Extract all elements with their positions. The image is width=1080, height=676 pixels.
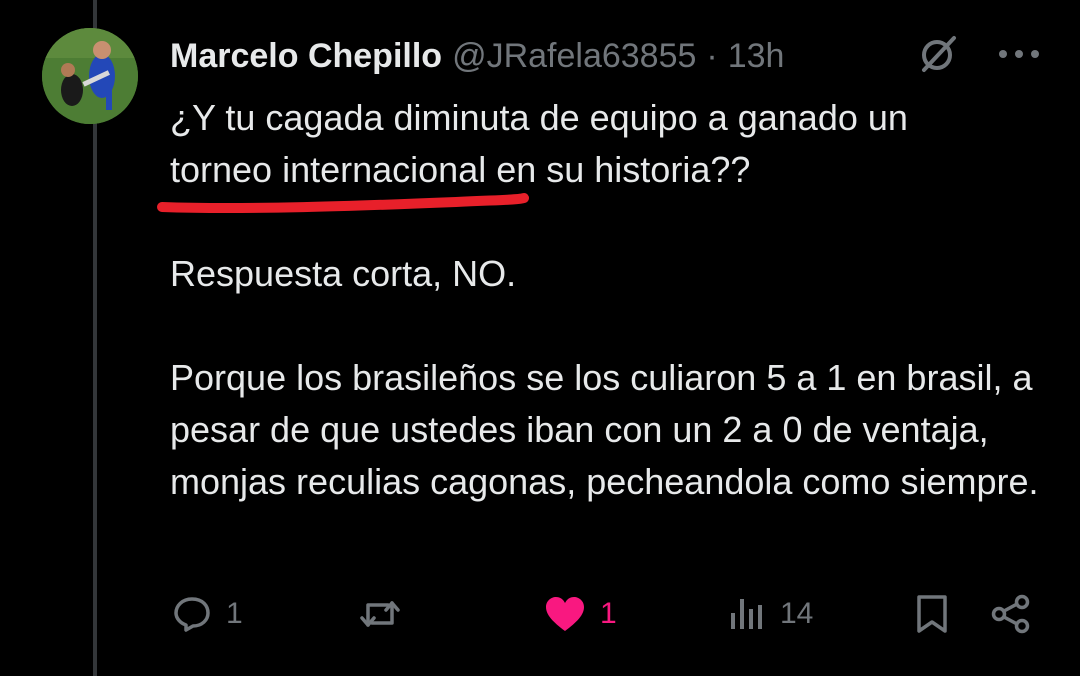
like-count: 1 <box>600 597 617 630</box>
avatar[interactable] <box>42 28 138 124</box>
reply-icon <box>172 595 212 633</box>
like-button[interactable]: 1 <box>544 586 617 642</box>
grok-icon[interactable] <box>916 32 960 81</box>
author-name[interactable]: Marcelo Chepillo <box>170 37 442 76</box>
bookmark-button[interactable] <box>914 586 950 642</box>
repost-icon <box>358 595 402 633</box>
avatar-image <box>42 28 138 124</box>
separator-dot: · <box>706 36 718 75</box>
more-icon[interactable] <box>998 47 1040 65</box>
post-text-line-2: torneo internacional en su historia?? <box>170 149 751 190</box>
views-icon <box>728 595 766 633</box>
author-handle[interactable]: @JRafela63855 <box>452 37 696 76</box>
post-text: ¿Y tu cagada diminuta de equipo a ganado… <box>170 92 1040 508</box>
views-button[interactable]: 14 <box>728 586 813 642</box>
bookmark-icon <box>914 594 950 634</box>
views-count: 14 <box>780 597 814 630</box>
heart-icon <box>544 595 586 633</box>
post-text-paragraph-3: Porque los brasileños se los culiaron 5 … <box>170 357 1039 502</box>
red-underline-annotation <box>157 193 529 214</box>
share-button[interactable] <box>990 586 1032 642</box>
post-text-line-1: ¿Y tu cagada diminuta de equipo a ganado… <box>170 97 908 138</box>
post-time[interactable]: 13h <box>728 37 785 76</box>
share-icon <box>990 594 1032 634</box>
header-actions <box>916 34 1040 78</box>
reply-count: 1 <box>226 597 243 630</box>
post-header: Marcelo Chepillo @JRafela63855 · 13h <box>170 34 784 78</box>
repost-button[interactable] <box>358 586 416 642</box>
post-text-paragraph-2: Respuesta corta, NO. <box>170 253 517 294</box>
post-actions: 1 1 14 <box>170 586 1040 642</box>
reply-button[interactable]: 1 <box>172 586 243 642</box>
